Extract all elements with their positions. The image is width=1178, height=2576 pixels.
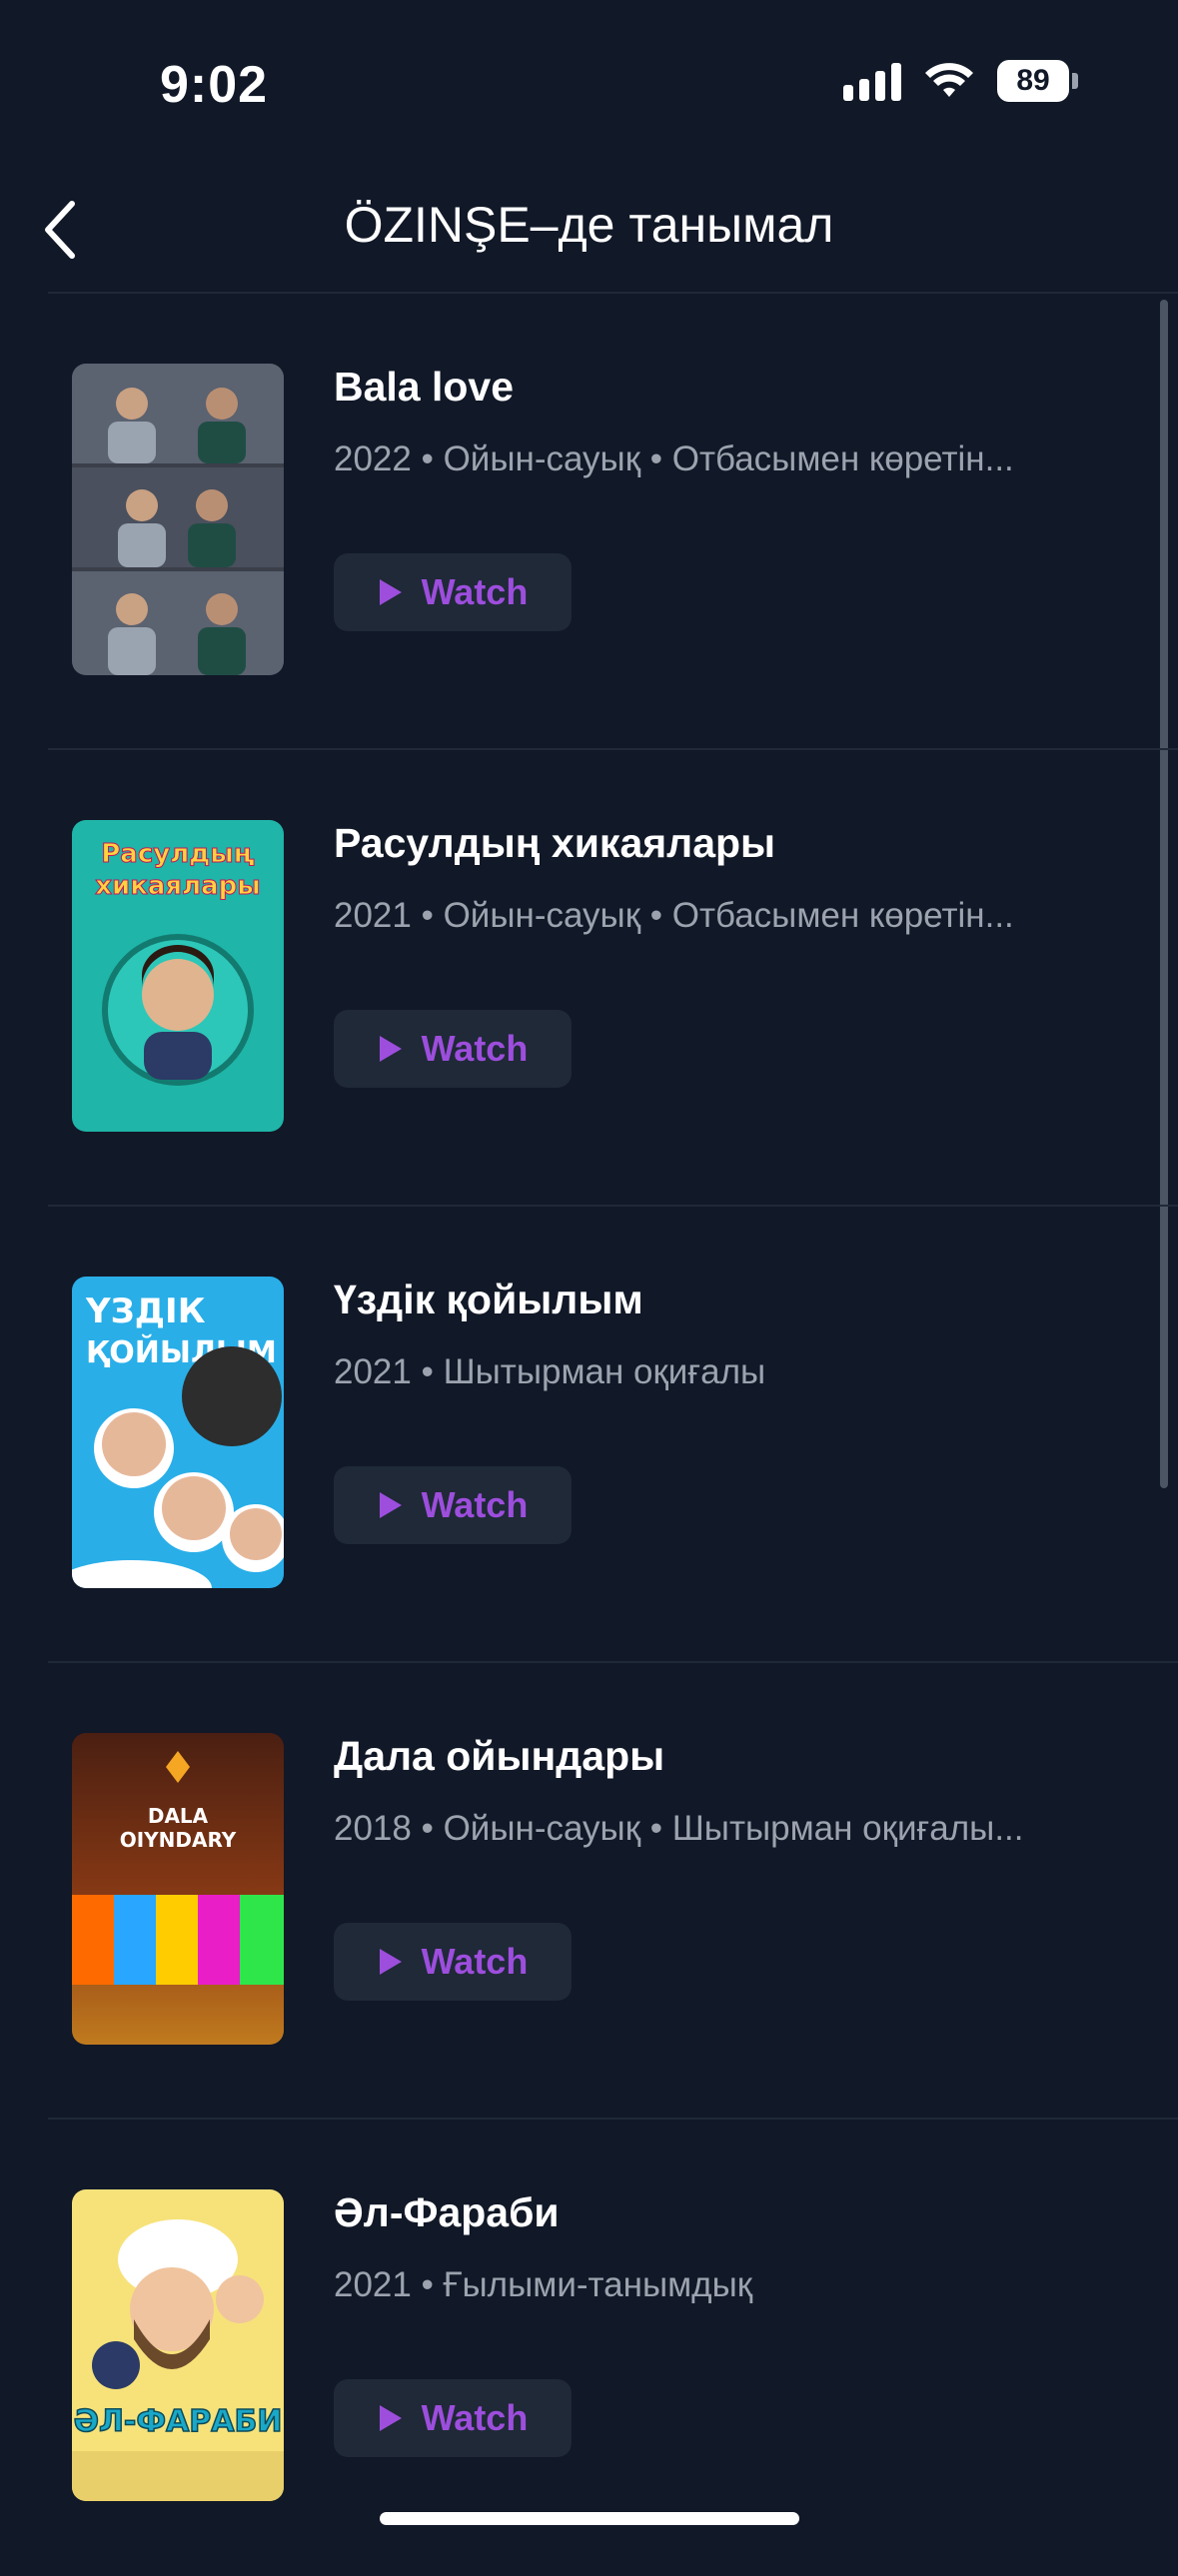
watch-label: Watch xyxy=(421,1028,529,1069)
play-icon xyxy=(379,1949,402,1975)
home-indicator[interactable] xyxy=(380,2512,799,2525)
item-meta: 2021 • Ғылыми-танымдық xyxy=(334,2265,753,2304)
poster-uzdik[interactable]: ҮЗДІК ҚОЙЫЛЫМ xyxy=(72,1277,284,1588)
poster-text: ӘЛ-ФАРАБИ xyxy=(74,2404,283,2439)
status-time: 9:02 xyxy=(160,56,269,114)
battery-level: 89 xyxy=(997,60,1069,102)
play-icon xyxy=(379,579,402,605)
popular-list: Bala love 2022 • Ойын-сауық • Отбасымен … xyxy=(0,294,1178,2576)
status-icons: 89 xyxy=(843,60,1078,102)
poster-text: DALA xyxy=(148,1804,209,1828)
poster-text: Расулдың xyxy=(101,839,255,869)
list-item[interactable]: ӘЛ-ФАРАБИ Әл-Фараби 2021 • Ғылыми-танымд… xyxy=(0,2120,1178,2576)
watch-button[interactable]: Watch xyxy=(334,1466,572,1544)
nav-header: ÖZINŞE–де танымал xyxy=(0,170,1178,290)
poster-text: хикаялары xyxy=(95,871,261,901)
watch-button[interactable]: Watch xyxy=(334,553,572,631)
play-icon xyxy=(379,1036,402,1062)
poster-rasul[interactable]: Расулдың хикаялары xyxy=(72,820,284,1132)
list-item[interactable]: DALA OIYNDARY Дала ойындары 2018 • Ойын-… xyxy=(0,1663,1178,2120)
poster-dala[interactable]: DALA OIYNDARY xyxy=(72,1733,284,2045)
watch-label: Watch xyxy=(421,2397,529,2438)
item-meta: 2022 • Ойын-сауық • Отбасымен көретін... xyxy=(334,439,1014,478)
watch-button[interactable]: Watch xyxy=(334,1923,572,2001)
watch-button[interactable]: Watch xyxy=(334,2379,572,2457)
item-meta: 2021 • Ойын-сауық • Отбасымен көретін... xyxy=(334,896,1014,935)
item-title[interactable]: Әл-Фараби xyxy=(334,2189,560,2236)
watch-label: Watch xyxy=(421,571,529,612)
item-title[interactable]: Bala love xyxy=(334,364,514,411)
watch-label: Watch xyxy=(421,1484,529,1525)
item-meta: 2018 • Ойын-сауық • Шытырман оқиғалы... xyxy=(334,1809,1024,1848)
item-title[interactable]: Расулдың хикаялары xyxy=(334,820,775,867)
item-title[interactable]: Үздік қойылым xyxy=(334,1277,643,1323)
poster-bala-love[interactable] xyxy=(72,364,284,675)
watch-label: Watch xyxy=(421,1941,529,1982)
item-meta: 2021 • Шытырман оқиғалы xyxy=(334,1352,766,1391)
poster-text: ҮЗДІК xyxy=(85,1291,206,1331)
poster-al-farabi[interactable]: ӘЛ-ФАРАБИ xyxy=(72,2189,284,2501)
play-icon xyxy=(379,2405,402,2431)
play-icon xyxy=(379,1492,402,1518)
poster-text: OIYNDARY xyxy=(120,1828,237,1852)
list-item[interactable]: ҮЗДІК ҚОЙЫЛЫМ Үздік қойылым 2021 • Шытыр… xyxy=(0,1207,1178,1663)
list-item[interactable]: Bala love 2022 • Ойын-сауық • Отбасымен … xyxy=(0,294,1178,750)
wifi-icon xyxy=(925,63,973,97)
page-title: ÖZINŞE–де танымал xyxy=(344,197,834,253)
item-title[interactable]: Дала ойындары xyxy=(334,1733,664,1780)
signal-icon xyxy=(843,61,901,101)
watch-button[interactable]: Watch xyxy=(334,1010,572,1088)
list-item[interactable]: Расулдың хикаялары Расулдың хикаялары 20… xyxy=(0,750,1178,1207)
battery-icon: 89 xyxy=(997,60,1078,102)
status-bar: 9:02 89 xyxy=(0,0,1178,160)
